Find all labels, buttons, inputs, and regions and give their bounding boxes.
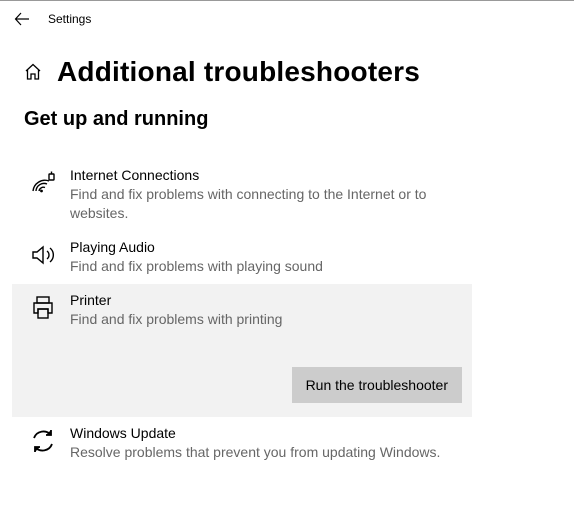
back-icon[interactable] <box>14 11 30 27</box>
item-desc: Find and fix problems with playing sound <box>70 257 476 276</box>
item-body: Internet Connections Find and fix proble… <box>70 167 476 223</box>
run-row: Run the troubleshooter <box>70 367 468 403</box>
titlebar: Settings <box>0 0 574 36</box>
troubleshooter-item-printer[interactable]: Printer Find and fix problems with print… <box>12 284 472 417</box>
page-title: Additional troubleshooters <box>57 56 420 88</box>
item-body: Playing Audio Find and fix problems with… <box>70 239 476 276</box>
section-heading: Get up and running <box>24 108 550 131</box>
window-title: Settings <box>48 12 91 26</box>
home-icon[interactable] <box>23 62 43 82</box>
troubleshooter-item-update[interactable]: Windows Update Resolve problems that pre… <box>24 417 480 470</box>
item-desc: Find and fix problems with connecting to… <box>70 185 476 223</box>
printer-icon <box>28 292 58 322</box>
speaker-icon <box>28 239 58 269</box>
item-desc: Resolve problems that prevent you from u… <box>70 443 476 462</box>
item-body: Windows Update Resolve problems that pre… <box>70 425 476 462</box>
page-header: Additional troubleshooters <box>0 36 574 108</box>
run-troubleshooter-button[interactable]: Run the troubleshooter <box>292 367 462 403</box>
item-title: Playing Audio <box>70 239 476 255</box>
refresh-icon <box>28 425 58 455</box>
item-title: Windows Update <box>70 425 476 441</box>
item-title: Printer <box>70 292 468 308</box>
item-desc: Find and fix problems with printing <box>70 310 468 329</box>
content: Get up and running Internet Connections … <box>0 108 574 469</box>
troubleshooter-list: Internet Connections Find and fix proble… <box>24 159 550 469</box>
item-body: Printer Find and fix problems with print… <box>70 292 468 403</box>
troubleshooter-item-internet[interactable]: Internet Connections Find and fix proble… <box>24 159 480 231</box>
item-title: Internet Connections <box>70 167 476 183</box>
troubleshooter-item-audio[interactable]: Playing Audio Find and fix problems with… <box>24 231 480 284</box>
globe-icon <box>28 167 58 197</box>
